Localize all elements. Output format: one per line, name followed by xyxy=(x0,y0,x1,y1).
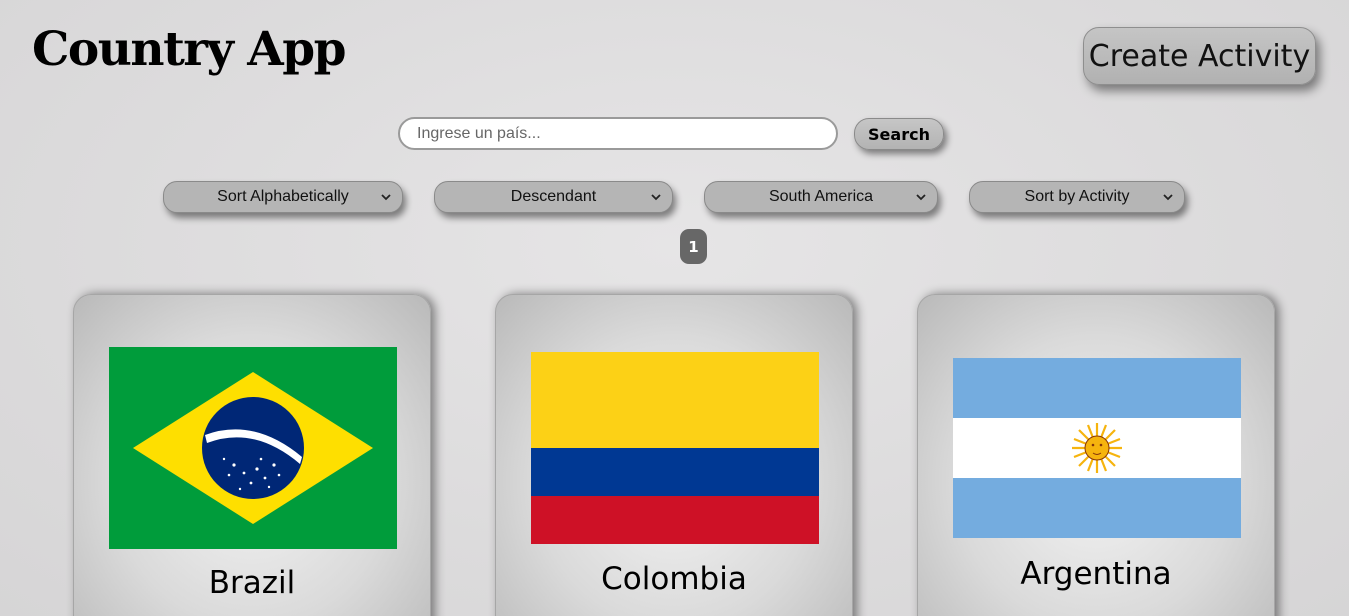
country-name: Brazil xyxy=(208,565,296,601)
sort-alphabetically-select[interactable]: Sort Alphabetically xyxy=(163,181,403,213)
continent-value: South America xyxy=(768,188,874,205)
argentina-flag-icon xyxy=(953,358,1241,538)
chevron-down-icon xyxy=(381,194,391,201)
country-name: Argentina xyxy=(1020,556,1172,592)
activity-value: Sort by Activity xyxy=(1024,188,1130,205)
activity-select[interactable]: Sort by Activity xyxy=(969,181,1185,213)
country-card-argentina[interactable]: Argentina xyxy=(917,294,1275,616)
country-name: Colombia xyxy=(601,561,747,597)
chevron-down-icon xyxy=(651,194,661,201)
country-card-colombia[interactable]: Colombia xyxy=(495,294,853,616)
chevron-down-icon xyxy=(916,194,926,201)
app-title: Country App xyxy=(32,22,346,77)
sort-alphabetically-value: Sort Alphabetically xyxy=(217,188,349,205)
page-button-1[interactable]: 1 xyxy=(680,229,707,264)
create-activity-button[interactable]: Create Activity xyxy=(1083,27,1316,85)
country-card-brazil[interactable]: Brazil xyxy=(73,294,431,616)
chevron-down-icon xyxy=(1163,194,1173,201)
continent-select[interactable]: South America xyxy=(704,181,938,213)
order-select[interactable]: Descendant xyxy=(434,181,673,213)
colombia-flag-icon xyxy=(531,352,819,544)
brazil-flag-icon xyxy=(109,347,397,549)
order-value: Descendant xyxy=(510,188,597,205)
search-input[interactable] xyxy=(398,117,838,150)
search-button[interactable]: Search xyxy=(854,118,944,150)
